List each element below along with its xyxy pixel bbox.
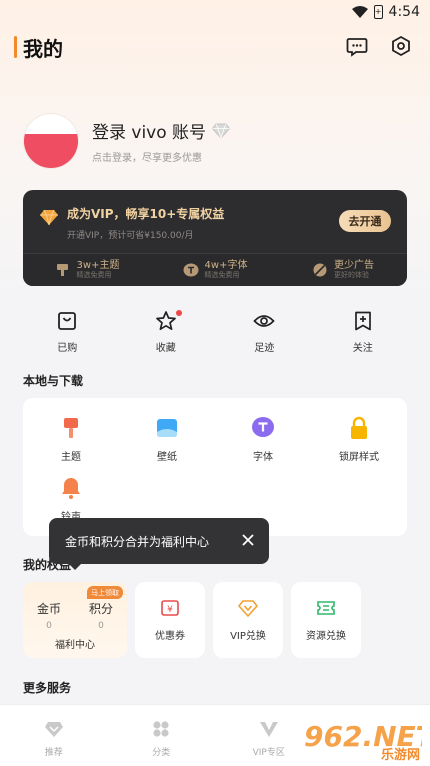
no-ads-icon [313,263,327,277]
vip-diamond-icon [238,599,258,617]
quick-item-following[interactable]: 关注 [333,310,393,354]
wifi-icon [351,6,368,18]
ticket-icon [317,600,335,615]
vip-gem-icon [40,209,58,226]
local-item-lockscreen[interactable]: 锁屏样式 [311,416,407,463]
welfare-center-label: 福利中心 [55,640,95,651]
vip-title: 成为VIP，畅享10+专属权益 [67,207,225,221]
svg-text:¥: ¥ [167,605,173,615]
page-title: 我的 [23,36,63,61]
nav-vip-zone[interactable]: VIP专区 [229,705,309,766]
category-icon [153,721,169,737]
close-icon[interactable] [241,533,255,547]
battery-icon: + [373,5,383,19]
login-title: 登录 vivo 账号 [92,123,207,143]
local-item-font[interactable]: 字体 [215,416,311,463]
coupon-label: 优惠券 [155,630,185,642]
section-local-title: 本地与下载 [23,374,84,388]
coins-label: 金币 [36,602,61,616]
welfare-center-card[interactable]: 马上领取 金币 0 积分 0 福利中心 [23,582,127,658]
coupon-icon: ¥ [161,599,179,616]
quick-label: 已购 [57,343,78,354]
perk-main: 3w+主题 [76,260,120,271]
local-card: 主题 壁纸 字体 锁屏样式 铃声 [23,398,407,536]
font-icon [252,417,274,437]
avatar[interactable] [24,114,78,168]
vip-exchange-card[interactable]: VIP兑换 [213,582,283,658]
resource-exchange-card[interactable]: 资源兑换 [291,582,361,658]
purchased-icon [58,312,77,330]
message-icon[interactable] [346,35,368,57]
rights-row: 马上领取 金币 0 积分 0 福利中心 ¥ 优惠券 VIP兑换 资源兑换 [23,582,407,658]
nav-category[interactable]: 分类 [121,705,201,766]
lock-icon [351,416,367,439]
quick-item-favorites[interactable]: 收藏 [136,310,196,354]
eye-icon [253,315,275,327]
login-subtitle: 点击登录，尽享更多优惠 [92,153,202,164]
toast-text: 金币和积分合并为福利中心 [65,534,210,549]
theme-brush-icon [64,418,78,438]
perk-main: 4w+字体 [204,260,248,271]
vip-open-button[interactable]: 去开通 [339,210,391,232]
perk-sub: 更好的体验 [334,271,369,279]
vip-perk-font[interactable]: 4w+字体 精选免费用 [151,254,279,286]
local-item-label: 壁纸 [157,452,177,463]
vip-perk-ads[interactable]: 更少广告 更好的体验 [279,254,407,286]
status-bar: + 4:54 [0,0,430,26]
bookmark-plus-icon [354,311,371,331]
toast-tail [69,564,81,570]
nav-recommend[interactable]: 推荐 [14,705,94,766]
local-item-ringtone[interactable]: 铃声 [23,476,119,523]
font-t-icon [183,263,199,277]
login-profile[interactable]: 登录 vivo 账号 点击登录，尽享更多优惠 [24,114,231,168]
quick-label: 收藏 [155,343,176,354]
points-stat: 积分 0 [89,600,113,631]
vip-perk-theme[interactable]: 3w+主题 精选免费用 [23,254,151,286]
vip-subtitle: 开通VIP，预计可省¥150.00/月 [67,231,194,241]
quick-item-history[interactable]: 足迹 [234,310,294,354]
local-item-theme[interactable]: 主题 [23,416,119,463]
diamond-badge-icon [212,123,231,139]
resource-exchange-label: 资源兑换 [306,630,346,642]
section-more-title: 更多服务 [23,681,72,695]
local-item-label: 主题 [61,452,81,463]
vip-exchange-label: VIP兑换 [230,630,266,642]
star-icon [155,311,176,331]
header: 我的 [14,32,63,62]
claim-now-badge: 马上领取 [87,586,123,599]
watermark-sub: 乐游网 [380,748,420,763]
wallpaper-icon [157,419,177,437]
notification-dot [175,310,182,316]
quick-item-purchased[interactable]: 已购 [37,310,97,354]
header-actions [346,35,412,57]
perk-sub: 精选免费用 [76,271,112,279]
vip-nav-icon [259,722,278,737]
quick-label: 关注 [352,343,373,354]
settings-icon[interactable] [390,35,412,57]
points-label: 积分 [88,602,113,616]
points-value: 0 [98,621,104,631]
vip-card[interactable]: 成为VIP，畅享10+专属权益 开通VIP，预计可省¥150.00/月 去开通 … [23,190,407,286]
brush-icon [56,264,68,276]
local-item-label: 字体 [253,452,273,463]
local-item-label: 锁屏样式 [339,452,379,463]
perk-main: 更少广告 [334,260,374,271]
quick-actions: 已购 收藏 足迹 关注 [0,310,430,354]
title-accent [14,36,17,58]
merge-notice-toast: 金币和积分合并为福利中心 [49,518,269,570]
bell-icon [62,478,80,499]
perk-sub: 精选免费用 [204,271,240,279]
coins-stat: 金币 0 [37,600,61,631]
quick-label: 足迹 [254,343,275,354]
nav-label: VIP专区 [252,748,285,758]
coupon-card[interactable]: ¥ 优惠券 [135,582,205,658]
status-time: 4:54 [388,4,420,20]
local-item-wallpaper[interactable]: 壁纸 [119,416,215,463]
nav-label: 分类 [152,748,171,758]
nav-label: 推荐 [44,748,63,758]
coins-value: 0 [46,621,52,631]
diamond-nav-icon [44,722,63,737]
